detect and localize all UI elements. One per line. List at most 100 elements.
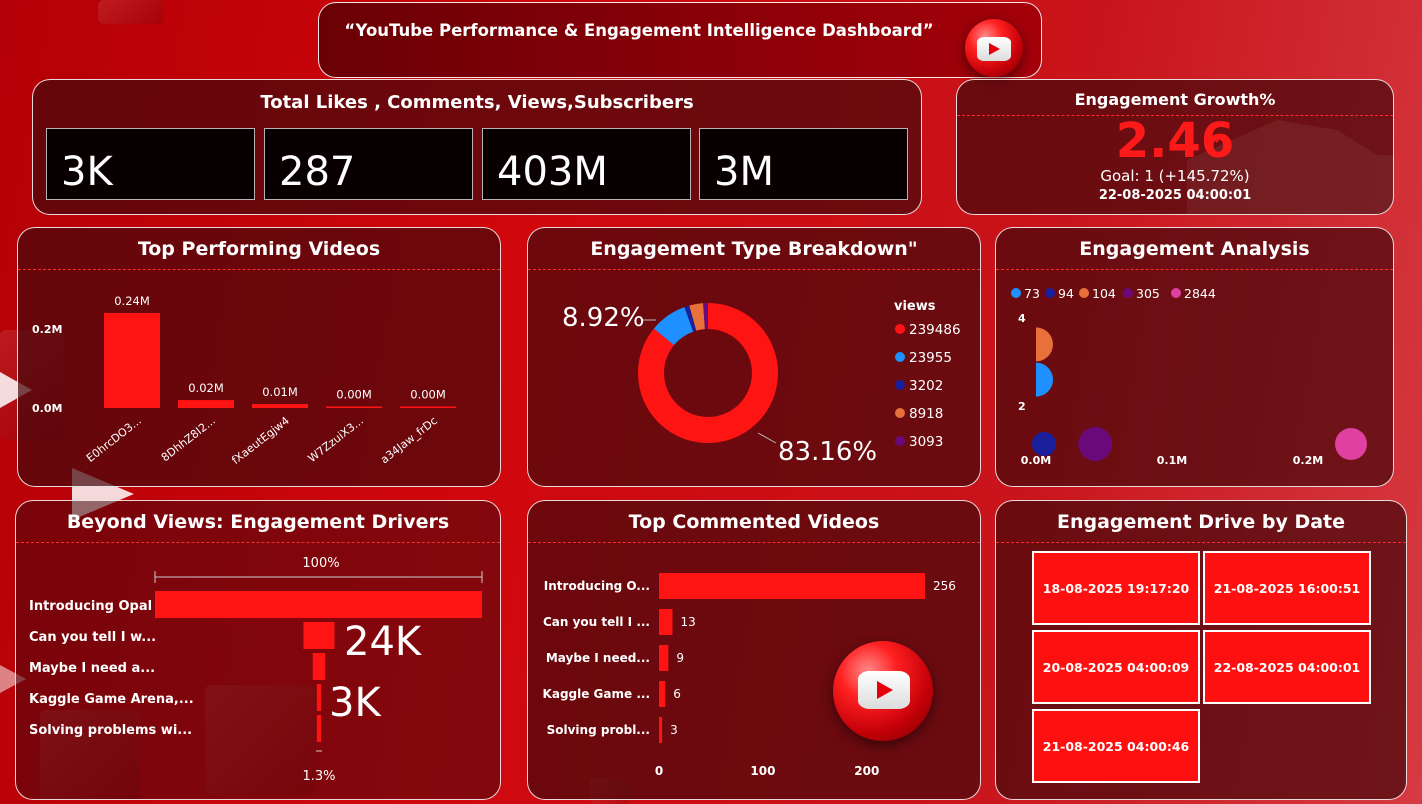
x-tick-label: fXaeutEgjw4 — [229, 414, 292, 467]
background-tile — [98, 0, 164, 24]
x-tick-label: W7ZzuiX3... — [306, 414, 366, 465]
kpi-total-subscribers: 3M — [699, 128, 908, 200]
legend-swatch — [1079, 288, 1089, 298]
dashboard-title: “YouTube Performance & Engagement Intell… — [344, 21, 934, 40]
bar-data-label: 0.02M — [188, 381, 224, 395]
youtube-logo-icon — [833, 641, 933, 741]
funnel-category-label: Introducing Opal — [29, 599, 152, 614]
y-tick-label: Kaggle Game ... — [543, 687, 650, 701]
bar — [104, 313, 160, 408]
funnel-category-label: Solving problems wi... — [29, 723, 192, 738]
funnel-annotation: 24K — [344, 619, 423, 665]
slice-data-label: 8.92% — [562, 303, 645, 333]
engagement-by-date-panel: Engagement Drive by Date 18-08-2025 19:1… — [995, 500, 1407, 800]
engagement-by-date-title: Engagement Drive by Date — [1056, 511, 1346, 533]
bar-data-label: 3 — [670, 723, 678, 737]
growth-goal: Goal: 1 (+145.72%) — [1100, 167, 1250, 185]
funnel-bar — [312, 653, 326, 680]
legend-label: 8918 — [909, 406, 943, 422]
scatter-point — [1036, 362, 1053, 397]
bar — [400, 406, 456, 408]
legend-swatch — [1171, 288, 1181, 298]
x-tick-label: 200 — [854, 764, 879, 778]
leader-line — [757, 432, 777, 444]
date-card[interactable]: 20-08-2025 04:00:09 — [1032, 630, 1200, 704]
x-tick-label: 0.0M — [1021, 454, 1051, 467]
y-tick-label: Maybe I need... — [546, 651, 650, 665]
bar-data-label: 0.24M — [114, 294, 150, 308]
y-tick-label: 0.2M — [32, 323, 62, 336]
date-card[interactable]: 21-08-2025 04:00:46 — [1032, 709, 1200, 783]
legend-swatch — [895, 436, 905, 446]
engagement-growth-panel: Engagement Growth% 2.46 ✓ Goal: 1 (+145.… — [956, 79, 1394, 215]
bar-data-label: 9 — [676, 651, 684, 665]
engagement-analysis-chart: 73 94 104 305 2844 0.0M 0.1M 0.2M 2 4 — [1011, 286, 1367, 467]
funnel-top-label: 100% — [302, 556, 339, 571]
bar-data-label: 0.00M — [410, 388, 446, 402]
y-tick-label: 4 — [1018, 312, 1026, 325]
top-performing-chart: 0.0M 0.2M 0.24M E0hrcDO3... 0.02M 8DhhZ8I2...… — [32, 294, 456, 467]
bar-data-label: 0.00M — [336, 388, 372, 402]
bar — [659, 573, 925, 599]
x-tick-label: 0.1M — [1157, 454, 1187, 467]
y-tick-label: Introducing O... — [544, 579, 650, 593]
legend-label: 104 — [1092, 286, 1116, 301]
date-card[interactable]: 21-08-2025 16:00:51 — [1203, 551, 1371, 625]
youtube-logo-icon — [965, 19, 1023, 77]
funnel-category-label: Can you tell I w... — [29, 630, 156, 645]
date-card[interactable]: 18-08-2025 19:17:20 — [1032, 551, 1200, 625]
legend-label: 3093 — [909, 434, 943, 450]
kpi-total-likes: 3K — [46, 128, 255, 200]
funnel-annotation: 3K — [329, 680, 382, 726]
legend-swatch — [1123, 288, 1133, 298]
legend-swatch — [895, 352, 905, 362]
legend-label: 305 — [1136, 286, 1160, 301]
engagement-analysis-panel: Engagement Analysis 73 94 104 305 2844 0.0M 0.… — [995, 227, 1394, 487]
bar — [659, 717, 663, 743]
legend-label: 2844 — [1184, 286, 1216, 301]
bar-data-label: 0.01M — [262, 385, 298, 399]
y-tick-label: Solving probl... — [547, 723, 650, 737]
top-commented-panel: Top Commented Videos Introducing O... 256… — [527, 500, 981, 800]
slice-data-label: 83.16% — [778, 437, 877, 467]
x-tick-label: 100 — [750, 764, 775, 778]
kpi-panel: Total Likes , Comments, Views,Subscriber… — [32, 79, 922, 215]
bar — [252, 404, 308, 408]
scatter-point — [1036, 327, 1053, 362]
beyond-views-panel: Beyond Views: Engagement Drivers 100% Int… — [15, 500, 501, 800]
kpi-value: 287 — [279, 149, 356, 195]
legend-label: 23955 — [909, 350, 952, 366]
bar — [659, 681, 666, 707]
scatter-point — [1078, 427, 1113, 461]
funnel-category-label: Maybe I need a... — [29, 661, 155, 676]
legend-label: 94 — [1058, 286, 1074, 301]
bar-data-label: 13 — [681, 615, 696, 629]
engagement-type-panel: Engagement Type Breakdown" 8.92% 83.16% vi… — [527, 227, 981, 487]
growth-timestamp: 22-08-2025 04:00:01 — [1098, 188, 1252, 203]
growth-value: 2.46 — [1115, 113, 1235, 169]
bar-data-label: 6 — [673, 687, 681, 701]
kpi-total-views: 403M — [482, 128, 691, 200]
x-tick-label: 8DhhZ8I2... — [159, 414, 218, 464]
bar-data-label: 256 — [933, 579, 956, 593]
funnel-bar — [303, 622, 335, 649]
dashboard-title-box: “YouTube Performance & Engagement Intell… — [318, 2, 1042, 78]
bar — [326, 406, 382, 408]
kpi-value: 3M — [714, 149, 774, 195]
y-tick-label: 0.0M — [32, 402, 62, 415]
legend-label: 73 — [1024, 286, 1040, 301]
legend-swatch — [895, 380, 905, 390]
date-card[interactable]: 22-08-2025 04:00:01 — [1203, 630, 1371, 704]
bar — [659, 609, 673, 635]
scatter-point — [1032, 432, 1056, 456]
x-tick-label: 0.2M — [1293, 454, 1323, 467]
x-tick-label: a34Jaw_frDc — [378, 414, 440, 466]
kpi-value: 3K — [61, 149, 113, 195]
legend-swatch — [895, 324, 905, 334]
bar — [659, 645, 669, 671]
y-tick-label: Can you tell I ... — [543, 615, 650, 629]
funnel-bottom-label: 1.3% — [302, 769, 335, 784]
x-tick-label: 0 — [655, 764, 663, 778]
funnel-bar — [316, 715, 322, 742]
engagement-type-chart: 8.92% 83.16% views 239486 23955 3202 8918 3093 — [562, 299, 961, 467]
